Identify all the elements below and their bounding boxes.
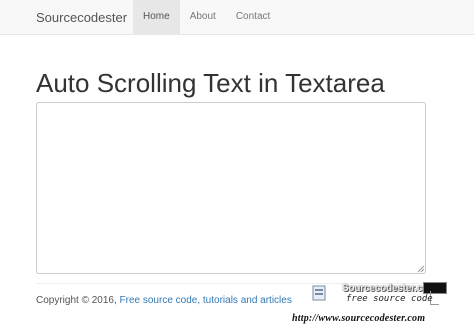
resize-grip-icon[interactable]: [416, 264, 425, 273]
nav-item-contact[interactable]: Contact: [226, 0, 280, 34]
nav-item-home[interactable]: Home: [133, 0, 180, 34]
watermark-url: http://www.sourcecodester.com: [292, 313, 426, 324]
navbar: Sourcecodester Home About Contact: [0, 0, 474, 35]
nav-menu: Home About Contact: [133, 0, 280, 34]
watermark-logo-icon: [312, 285, 326, 301]
page-title: Auto Scrolling Text in Textarea: [36, 68, 385, 98]
nav-item-about[interactable]: About: [180, 0, 226, 34]
watermark-subtitle: free source code: [346, 294, 433, 304]
copyright-text: Copyright © 2016,: [36, 295, 120, 306]
scrolling-textarea[interactable]: [36, 102, 426, 274]
footer: Copyright © 2016, Free source code, tuto…: [36, 295, 292, 306]
navbar-brand[interactable]: Sourcecodester: [36, 0, 127, 35]
footer-link[interactable]: Free source code, tutorials and articles: [120, 295, 292, 306]
